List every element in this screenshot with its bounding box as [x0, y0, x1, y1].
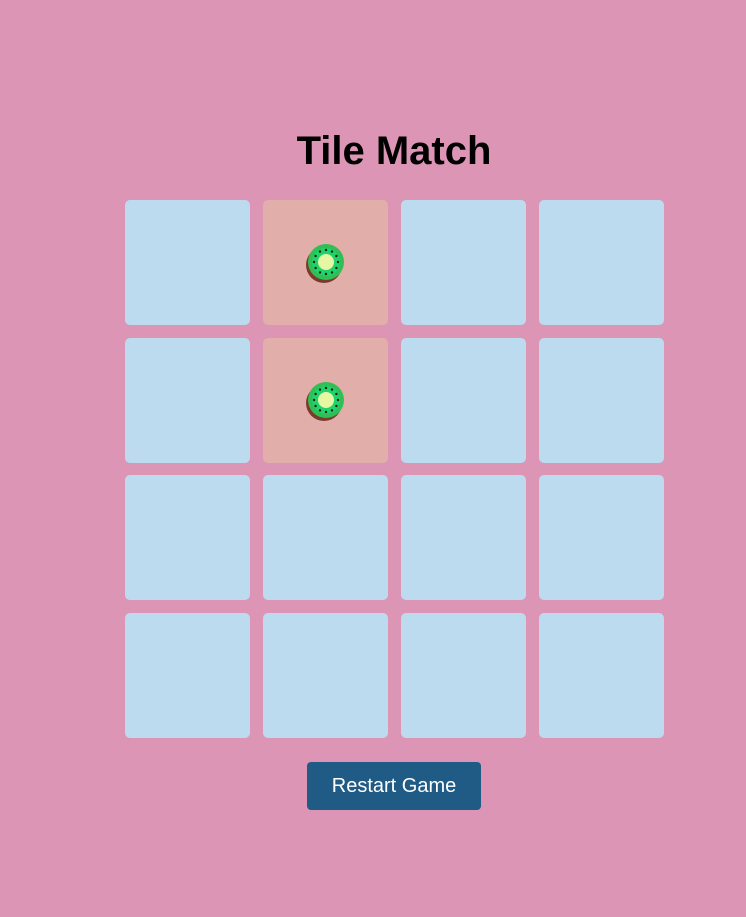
tile-board [125, 200, 664, 738]
tile[interactable] [125, 475, 250, 600]
tile[interactable] [125, 612, 250, 738]
tile[interactable] [401, 337, 526, 463]
tile[interactable] [263, 337, 388, 463]
game-title: Tile Match [296, 129, 492, 173]
tile[interactable] [263, 475, 388, 600]
tile[interactable] [401, 475, 526, 600]
tile[interactable] [401, 612, 526, 738]
tile[interactable] [539, 612, 664, 738]
tile[interactable] [401, 200, 526, 325]
tile[interactable] [125, 337, 250, 463]
kiwi-icon [305, 243, 347, 285]
tile[interactable] [263, 612, 388, 738]
tile[interactable] [263, 200, 388, 325]
tile[interactable] [539, 337, 664, 463]
tile[interactable] [125, 200, 250, 325]
tile[interactable] [539, 475, 664, 600]
tile[interactable] [539, 200, 664, 325]
restart-game-button[interactable]: Restart Game [307, 762, 481, 810]
kiwi-icon [305, 381, 347, 423]
